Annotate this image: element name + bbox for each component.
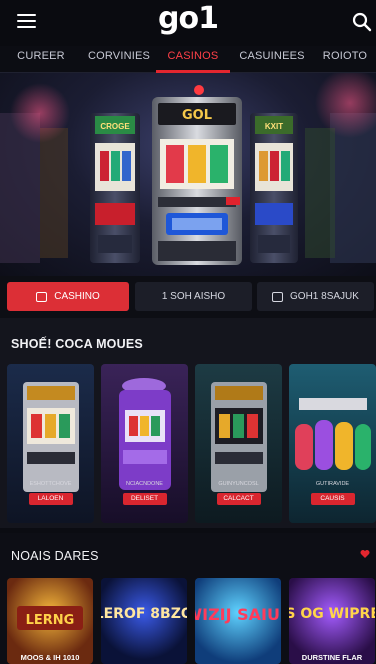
secondary-button-label: 1 SOH AISHO xyxy=(161,291,226,302)
wallet-icon xyxy=(36,291,48,302)
section-title-featured: SHOẾ! COCA MOUES xyxy=(11,337,143,351)
svg-text:CROGE: CROGE xyxy=(100,122,130,131)
slot-machine-right: KXIT xyxy=(250,113,298,263)
svg-text:US OG WIPRES: US OG WIPRES xyxy=(289,606,375,622)
section-title-new: NOAIS DARES xyxy=(11,549,99,563)
heart-icon[interactable] xyxy=(360,549,370,559)
tab-casuinees[interactable]: CASUINEES xyxy=(230,46,314,73)
search-icon[interactable] xyxy=(352,12,372,32)
hero-banner[interactable]: CROGE KXIT GOL xyxy=(0,73,376,276)
action-bar: CASHINO 1 SOH AISHO GOH1 8SAJUK xyxy=(0,276,376,318)
slot-machine-left: CROGE xyxy=(90,113,140,263)
game-card[interactable]: GUINYUNCOSL CALCACT xyxy=(195,364,282,523)
tab-casinos[interactable]: CASINOS xyxy=(156,46,230,73)
slot-machines-illustration: CROGE KXIT GOL xyxy=(0,73,376,265)
app-header: go1 xyxy=(0,0,376,46)
play-button[interactable]: DELISET xyxy=(122,493,167,505)
game-tile[interactable]: ELEROF 8BZOZ xyxy=(101,578,187,664)
game-artwork: LERNG xyxy=(17,606,83,630)
tab-cureer[interactable]: CUREER xyxy=(0,46,82,73)
casino-button[interactable]: CASHINO xyxy=(7,282,129,311)
game-card[interactable]: ESHOTTCHOVE LALOEN xyxy=(7,364,94,523)
play-button[interactable]: CALCACT xyxy=(216,493,261,505)
tab-corvinies[interactable]: CORVINIES xyxy=(82,46,156,73)
machine-sign: GOL xyxy=(182,108,212,123)
svg-text:KXIT: KXIT xyxy=(265,122,283,131)
logo[interactable]: go1 xyxy=(0,0,376,38)
slot-machine-center: GOL xyxy=(152,85,242,265)
game-artwork: ELEROF 8BZOZ xyxy=(101,606,187,622)
game-tile-caption: MOOS & IH 1010 xyxy=(20,653,80,662)
game-card-label: GUINYUNCOSL xyxy=(218,481,259,487)
svg-text:WIZIJ SAIUS: WIZIJ SAIUS xyxy=(195,605,281,624)
game-tile[interactable]: US OG WIPRES DURSTINE FLAR xyxy=(289,578,375,664)
game-card-label: NCIACNDONE xyxy=(126,481,163,487)
card-icon xyxy=(272,291,284,302)
game-tile[interactable]: WIZIJ SAIUS xyxy=(195,578,281,664)
casino-button-label: CASHINO xyxy=(54,291,100,302)
game-tile[interactable]: LERNG MOOS & IH 1010 xyxy=(7,578,93,664)
secondary-button[interactable]: 1 SOH AISHO xyxy=(135,282,252,311)
svg-text:LERNG: LERNG xyxy=(26,613,75,628)
tertiary-button[interactable]: GOH1 8SAJUK xyxy=(257,282,374,311)
svg-text:ELEROF 8BZOZ: ELEROF 8BZOZ xyxy=(101,606,187,622)
category-tabs: CUREER CORVINIES CASINOS CASUINEES ROIOT… xyxy=(0,46,376,73)
game-card[interactable]: NCIACNDONE DELISET xyxy=(101,364,188,523)
tab-roioto[interactable]: ROIOTO xyxy=(314,46,376,73)
play-button[interactable]: LALOEN xyxy=(28,493,73,505)
game-tile-caption: DURSTINE FLAR xyxy=(301,653,363,662)
game-card-label: GUTIRAVIDE xyxy=(315,481,350,487)
game-card[interactable]: GUTIRAVIDE CAUSIS xyxy=(289,364,376,523)
play-button[interactable]: CAUSIS xyxy=(310,493,355,505)
game-artwork: US OG WIPRES xyxy=(289,606,375,622)
game-artwork: WIZIJ SAIUS xyxy=(195,605,281,624)
game-card-label: ESHOTTCHOVE xyxy=(29,481,72,487)
tertiary-button-label: GOH1 8SAJUK xyxy=(290,291,359,302)
